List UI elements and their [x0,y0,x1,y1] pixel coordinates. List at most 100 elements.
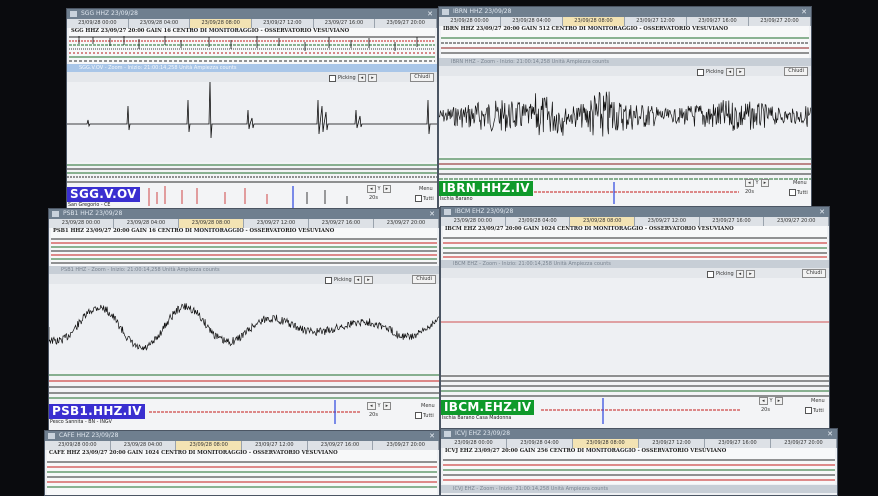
spin-button[interactable]: ◂ [745,179,754,187]
time-label: 23/09/28 08:00 [190,19,253,28]
helicorder[interactable]: IBRN HHZ 23/09/27 20:00 GAIN 512 CENTRO … [441,26,809,58]
picking-checkbox[interactable] [707,270,714,278]
spin-button[interactable]: ▸ [382,185,392,193]
helicorder[interactable]: ICVJ EHZ 23/09/27 20:00 GAIN 256 CENTRO … [443,448,835,484]
station-sublabel: Pesco Sannita - BN - INGV [50,420,112,425]
time-label: 23/09/27 16:00 [307,441,374,450]
window-title: CAFE HHZ 23/09/28 [59,432,119,439]
picking-label: Picking [338,75,356,81]
zoom-controls[interactable]: ◂ Y ▸ [367,185,393,193]
menu-button[interactable]: Menu [793,180,807,186]
tutti-checkbox[interactable] [415,412,422,419]
spin-button[interactable]: ◂ [367,402,376,410]
spin-button[interactable]: ▸ [746,270,755,278]
tutti-checkbox[interactable] [415,195,422,202]
helicorder[interactable]: PSB1 HHZ 23/09/27 20:00 GAIN 16 CENTRO D… [51,228,437,266]
time-strip: 23/09/28 00:00 23/09/28 04:00 23/09/28 0… [439,17,811,26]
time-label: 23/09/28 00:00 [49,219,114,228]
spin-button[interactable]: ▸ [368,74,377,82]
helicorder[interactable]: CAFE HHZ 23/09/27 20:00 GAIN 1024 CENTRO… [47,450,437,495]
window-icon [444,209,451,215]
window-title: IBCM EHZ 23/09/28 [455,208,514,215]
zoom-window-title: SGG.V.OV - Zoom - Inizio: 21:00:14,258 U… [67,64,437,72]
helicorder-header: CAFE HHZ 23/09/27 20:00 GAIN 1024 CENTRO… [49,450,338,456]
tutti-label: Tutti [423,412,434,419]
seismogram-window-psb1: PSB1 HHZ 23/09/28 ✕ 23/09/28 00:00 23/09/… [48,208,440,432]
spin-button[interactable]: ◂ [735,270,745,278]
zoom-window-title: IBRN HHZ - Zoom - Inizio: 21:00:14,258 U… [439,58,811,66]
menu-button[interactable]: Menu [421,403,435,409]
time-window-control[interactable]: 20s [369,195,380,201]
close-icon[interactable]: ✕ [429,431,435,441]
menu-button[interactable]: Menu [419,186,433,192]
zoom-controls[interactable]: ◂ Y ▸ [367,402,393,410]
zoom-toolbar: Picking ◂ ▸ Chiudi [67,72,437,82]
time-label: 23/09/28 04:00 [505,217,571,226]
helicorder-traces [47,461,437,488]
spin-button[interactable]: ▸ [736,68,745,76]
window-titlebar: IBCM EHZ 23/09/28 ✕ [441,207,829,217]
zoom-controls[interactable]: ◂ Y ▸ [745,179,771,187]
zoom-window-title: PSB1 HHZ - Zoom - Inizio: 21:00:14,258 U… [49,266,439,274]
zoom-toolbar: Picking ◂ ▸ Chiudi [441,268,829,278]
spin-button[interactable]: ▸ [364,276,373,284]
window-titlebar: PSB1 HHZ 23/09/28 ✕ [49,209,439,219]
helicorder-header: PSB1 HHZ 23/09/27 20:00 GAIN 16 CENTRO D… [53,228,335,234]
spin-button[interactable]: ◂ [353,276,363,284]
time-strip: 23/09/28 00:00 23/09/28 04:00 23/09/28 0… [45,441,439,450]
time-strip: 23/09/28 00:00 23/09/28 04:00 23/09/28 0… [49,219,439,228]
window-titlebar: SGG HHZ 23/09/28 ✕ [67,9,437,19]
tutti-control[interactable]: Tutti [415,412,434,419]
helicorder[interactable]: SGG HHZ 23/09/27 20:00 GAIN 16 CENTRO DI… [69,28,435,64]
close-icon[interactable]: ✕ [429,209,435,219]
spin-button[interactable]: ◂ [759,397,768,405]
close-icon[interactable]: ✕ [827,429,833,439]
spin-button[interactable]: ▸ [774,397,784,405]
helicorder-header: SGG HHZ 23/09/27 20:00 GAIN 16 CENTRO DI… [71,28,350,34]
close-button[interactable]: Chiudi [412,275,436,284]
picking-control[interactable]: Picking ◂ ▸ [325,276,373,284]
tutti-checkbox[interactable] [805,407,812,414]
zoom-waveform [439,91,811,137]
tutti-label: Tutti [797,189,808,196]
spin-button[interactable]: ▸ [760,179,770,187]
tutti-checkbox[interactable] [789,189,796,196]
close-button[interactable]: Chiudi [410,73,434,82]
zoom-controls[interactable]: ◂ Y ▸ [759,397,785,405]
spin-button[interactable]: ◂ [367,185,376,193]
tutti-control[interactable]: Tutti [415,195,434,202]
amplitude-label: Y [377,186,381,192]
close-icon[interactable]: ✕ [801,7,807,17]
menu-button[interactable]: Menu [811,398,825,404]
tutti-control[interactable]: Tutti [789,189,808,196]
helicorder[interactable]: IBCM EHZ 23/09/27 20:00 GAIN 1024 CENTRO… [443,226,827,260]
time-window-control[interactable]: 20s [369,412,380,418]
time-window-control[interactable]: 20s [745,189,756,195]
window-title: PSB1 HHZ 23/09/28 [63,210,123,217]
picking-label: Picking [706,69,724,75]
time-label: 23/09/28 08:00 [573,439,639,448]
picking-control[interactable]: Picking ◂ ▸ [697,68,745,76]
helicorder-header: ICVJ EHZ 23/09/27 20:00 GAIN 256 CENTRO … [445,448,727,454]
picking-checkbox[interactable] [325,276,332,284]
close-button[interactable]: Chiudi [802,269,826,278]
seismogram-window-cafe: CAFE HHZ 23/09/28 ✕ 23/09/28 00:00 23/09/… [44,430,440,496]
window-icon [442,9,449,15]
time-label: 23/09/28 08:00 [563,17,625,26]
close-button[interactable]: Chiudi [784,67,808,76]
time-window-control[interactable]: 20s [761,407,772,413]
spin-button[interactable]: ▸ [382,402,392,410]
tutti-control[interactable]: Tutti [805,407,824,414]
close-icon[interactable]: ✕ [819,207,825,217]
time-label: 23/09/28 04:00 [501,17,563,26]
time-label: 23/09/28 00:00 [67,19,129,28]
time-label: 23/09/27 12:00 [625,17,687,26]
picking-checkbox[interactable] [329,74,336,82]
picking-control[interactable]: Picking ◂ ▸ [707,270,755,278]
picking-checkbox[interactable] [697,68,704,76]
close-icon[interactable]: ✕ [427,9,433,19]
time-label: 23/09/27 20:00 [764,217,829,226]
picking-control[interactable]: Picking ◂ ▸ [329,74,377,82]
spin-button[interactable]: ◂ [725,68,735,76]
spin-button[interactable]: ◂ [357,74,367,82]
